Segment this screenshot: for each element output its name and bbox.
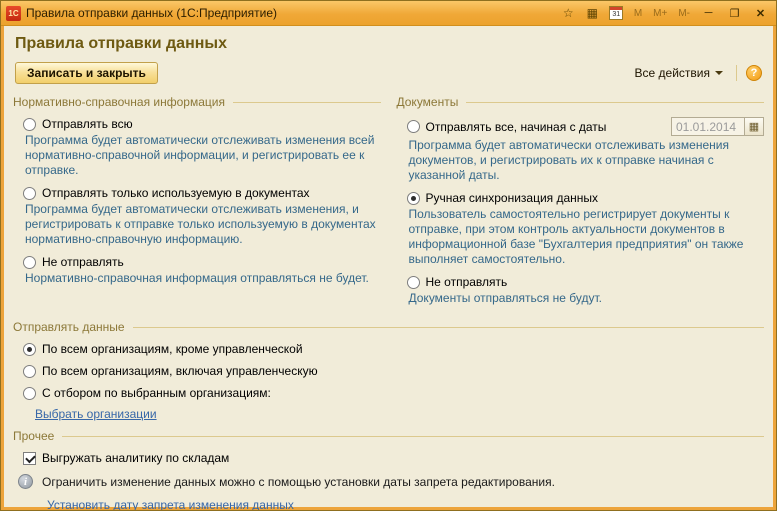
form-content: Правила отправки данных Записать и закры… xyxy=(1,26,776,510)
page-title: Правила отправки данных xyxy=(15,35,764,53)
titlebar: 1С Правила отправки данных (1С:Предприят… xyxy=(1,1,776,26)
date-picker-button[interactable]: ▦ xyxy=(745,117,764,136)
all-actions-button[interactable]: Все действия xyxy=(631,64,727,82)
maximize-button[interactable]: ❐ xyxy=(724,4,745,22)
group-send-data-title: Отправлять данные xyxy=(13,320,764,334)
radio-row-send-docs-from-date[interactable]: Отправлять все, начиная с даты ▦ xyxy=(397,117,765,136)
radio-label[interactable]: По всем организациям, кроме управленческ… xyxy=(42,342,303,356)
info-text: Ограничить изменение данных можно с помо… xyxy=(42,475,555,489)
option-description: Программа будет автоматически отслеживат… xyxy=(397,138,765,183)
radio-row-manual-sync[interactable]: Ручная синхронизация данных xyxy=(397,191,765,205)
set-edit-ban-date-link[interactable]: Установить дату запрета изменения данных xyxy=(47,498,294,510)
radio-no-send-nsi[interactable] xyxy=(23,256,36,269)
radio-all-orgs-except-mgmt[interactable] xyxy=(23,343,36,356)
memory-m-indicator: М xyxy=(631,8,645,19)
link-row: Установить дату запрета изменения данных xyxy=(13,496,764,510)
radio-label[interactable]: По всем организациям, включая управленче… xyxy=(42,364,318,378)
help-button[interactable]: ? xyxy=(746,65,762,81)
radio-label[interactable]: Отправлять все, начиная с даты xyxy=(426,120,607,134)
radio-send-docs-from-date[interactable] xyxy=(407,120,420,133)
calendar-icon[interactable]: 31 xyxy=(607,5,626,22)
radio-label[interactable]: С отбором по выбранным организациям: xyxy=(42,386,271,400)
radio-label[interactable]: Не отправлять xyxy=(426,275,508,289)
link-row: Выбрать организации xyxy=(13,405,764,423)
group-send-data: Отправлять данные По всем организациям, … xyxy=(13,320,764,423)
info-row: i Ограничить изменение данных можно с по… xyxy=(13,474,764,489)
option-description: Документы отправляться не будут. xyxy=(397,291,765,306)
start-date-input[interactable] xyxy=(671,117,745,136)
radio-row-selected-orgs[interactable]: С отбором по выбранным организациям: xyxy=(13,386,764,400)
radio-row-send-used-nsi[interactable]: Отправлять только используемую в докумен… xyxy=(13,186,381,200)
radio-send-used-nsi[interactable] xyxy=(23,187,36,200)
close-button[interactable]: ✕ xyxy=(750,4,771,22)
radio-selected-orgs[interactable] xyxy=(23,387,36,400)
all-actions-label: Все действия xyxy=(635,66,710,80)
memory-m-minus-indicator: М- xyxy=(675,8,693,19)
checkbox-label[interactable]: Выгружать аналитику по складам xyxy=(42,451,229,465)
radio-no-send-docs[interactable] xyxy=(407,276,420,289)
radio-label[interactable]: Не отправлять xyxy=(42,255,124,269)
group-nsi-title: Нормативно-справочная информация xyxy=(13,95,381,109)
option-description: Пользователь самостоятельно регистрирует… xyxy=(397,207,765,267)
calculator-icon[interactable]: ▦ xyxy=(583,5,602,22)
1c-logo-icon: 1С xyxy=(6,6,21,21)
option-description: Программа будет автоматически отслеживат… xyxy=(13,202,381,247)
radio-manual-sync[interactable] xyxy=(407,192,420,205)
info-icon: i xyxy=(18,474,33,489)
radio-row-all-orgs-incl-mgmt[interactable]: По всем организациям, включая управленче… xyxy=(13,364,764,378)
two-column-area: Нормативно-справочная информация Отправл… xyxy=(13,92,764,317)
checkbox-row-warehouse-analytics[interactable]: Выгружать аналитику по складам xyxy=(13,451,764,465)
command-bar: Записать и закрыть Все действия ? xyxy=(15,62,762,84)
calendar-glyph: 31 xyxy=(609,6,623,20)
radio-send-all-nsi[interactable] xyxy=(23,118,36,131)
app-window: 1С Правила отправки данных (1С:Предприят… xyxy=(0,0,777,511)
favorites-icon[interactable]: ☆ xyxy=(559,5,578,22)
toolbar-separator xyxy=(736,65,737,81)
group-other: Прочее Выгружать аналитику по складам i … xyxy=(13,429,764,510)
memory-m-plus-indicator: М+ xyxy=(650,8,670,19)
option-description: Нормативно-справочная информация отправл… xyxy=(13,271,381,286)
radio-row-send-all-nsi[interactable]: Отправлять всю xyxy=(13,117,381,131)
window-title: Правила отправки данных (1С:Предприятие) xyxy=(26,6,277,20)
option-description: Программа будет автоматически отслеживат… xyxy=(13,133,381,178)
checkbox-warehouse-analytics[interactable] xyxy=(23,452,36,465)
group-other-title: Прочее xyxy=(13,429,764,443)
logo-text: 1С xyxy=(8,9,18,18)
minimize-button[interactable]: ─ xyxy=(698,4,719,22)
radio-all-orgs-incl-mgmt[interactable] xyxy=(23,365,36,378)
radio-row-all-orgs-except-mgmt[interactable]: По всем организациям, кроме управленческ… xyxy=(13,342,764,356)
date-field-group: ▦ xyxy=(671,117,764,136)
chevron-down-icon xyxy=(715,71,723,75)
select-organizations-link[interactable]: Выбрать организации xyxy=(35,407,157,421)
radio-label[interactable]: Отправлять только используемую в докумен… xyxy=(42,186,310,200)
radio-label[interactable]: Ручная синхронизация данных xyxy=(426,191,599,205)
radio-row-no-send-nsi[interactable]: Не отправлять xyxy=(13,255,381,269)
radio-label[interactable]: Отправлять всю xyxy=(42,117,133,131)
group-documents: Документы Отправлять все, начиная с даты… xyxy=(397,92,765,313)
calendar-day: 31 xyxy=(612,10,620,20)
save-and-close-button[interactable]: Записать и закрыть xyxy=(15,62,158,84)
group-documents-title: Документы xyxy=(397,95,765,109)
radio-row-no-send-docs[interactable]: Не отправлять xyxy=(397,275,765,289)
group-nsi: Нормативно-справочная информация Отправл… xyxy=(13,92,381,313)
